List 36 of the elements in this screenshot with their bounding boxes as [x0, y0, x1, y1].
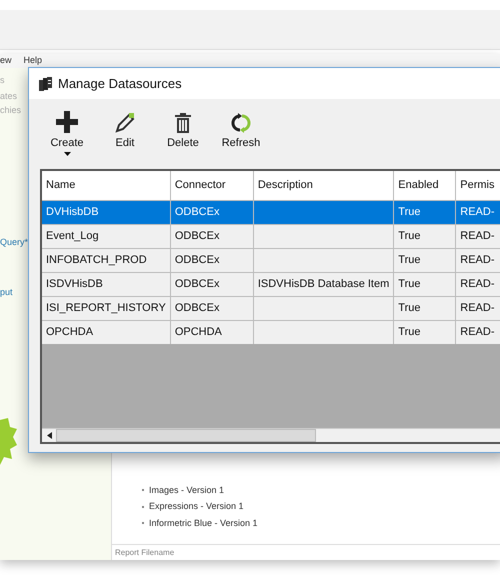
pencil-icon	[115, 113, 135, 133]
column-header[interactable]: Connector	[170, 171, 254, 200]
toolbar-edit-button[interactable]: Edit	[101, 111, 149, 169]
table-cell: True	[394, 320, 456, 344]
toolbar-refresh-button[interactable]: Refresh	[217, 111, 265, 169]
table-row[interactable]: ISDVHisDB ODBCEx ISDVHisDB Database Item True READ-	[42, 272, 500, 296]
database-icon	[39, 76, 52, 90]
table-cell: OPCHDA	[42, 320, 170, 344]
table-row[interactable]: ISI_REPORT_HISTORY ODBCEx True READ-	[42, 296, 500, 320]
list-item: Images - Version 1	[149, 484, 224, 497]
trash-icon	[175, 113, 191, 133]
table-cell: READ-	[456, 320, 500, 344]
toolbar-delete-button[interactable]: Delete	[159, 111, 207, 169]
toolbar-create-button[interactable]: Create	[43, 111, 91, 169]
horizontal-scrollbar[interactable]	[42, 428, 500, 442]
table-row[interactable]: Event_Log ODBCEx True READ-	[42, 224, 500, 248]
column-header[interactable]: Enabled	[394, 171, 456, 200]
table-row[interactable]: OPCHDA OPCHDA True READ-	[42, 320, 500, 344]
menu-item[interactable]: Help	[24, 54, 42, 68]
table-row[interactable]: INFOBATCH_PROD ODBCEx True READ-	[42, 248, 500, 272]
sidebar-link[interactable]: put	[0, 286, 13, 300]
column-header[interactable]: Name	[42, 171, 170, 200]
menu-item[interactable]: ew	[0, 54, 12, 68]
column-header[interactable]: Description	[253, 171, 394, 200]
list-item: Informetric Blue - Version 1	[149, 516, 258, 530]
sidebar-link[interactable]: Query*	[0, 236, 28, 250]
refresh-icon	[230, 113, 252, 133]
plus-icon	[56, 111, 78, 133]
caret-icon	[64, 152, 70, 156]
column-header[interactable]: Permis	[456, 171, 500, 200]
window-title: Manage Datasources	[58, 74, 182, 93]
table-cell: OPCHDA	[170, 320, 254, 344]
filename-field[interactable]: Report Filename	[112, 545, 500, 560]
list-item: Expressions - Version 1	[149, 500, 244, 513]
table-row[interactable]: DVHisbDB ODBCEx True READ-	[42, 200, 500, 224]
scrollbar-thumb[interactable]	[56, 429, 316, 442]
